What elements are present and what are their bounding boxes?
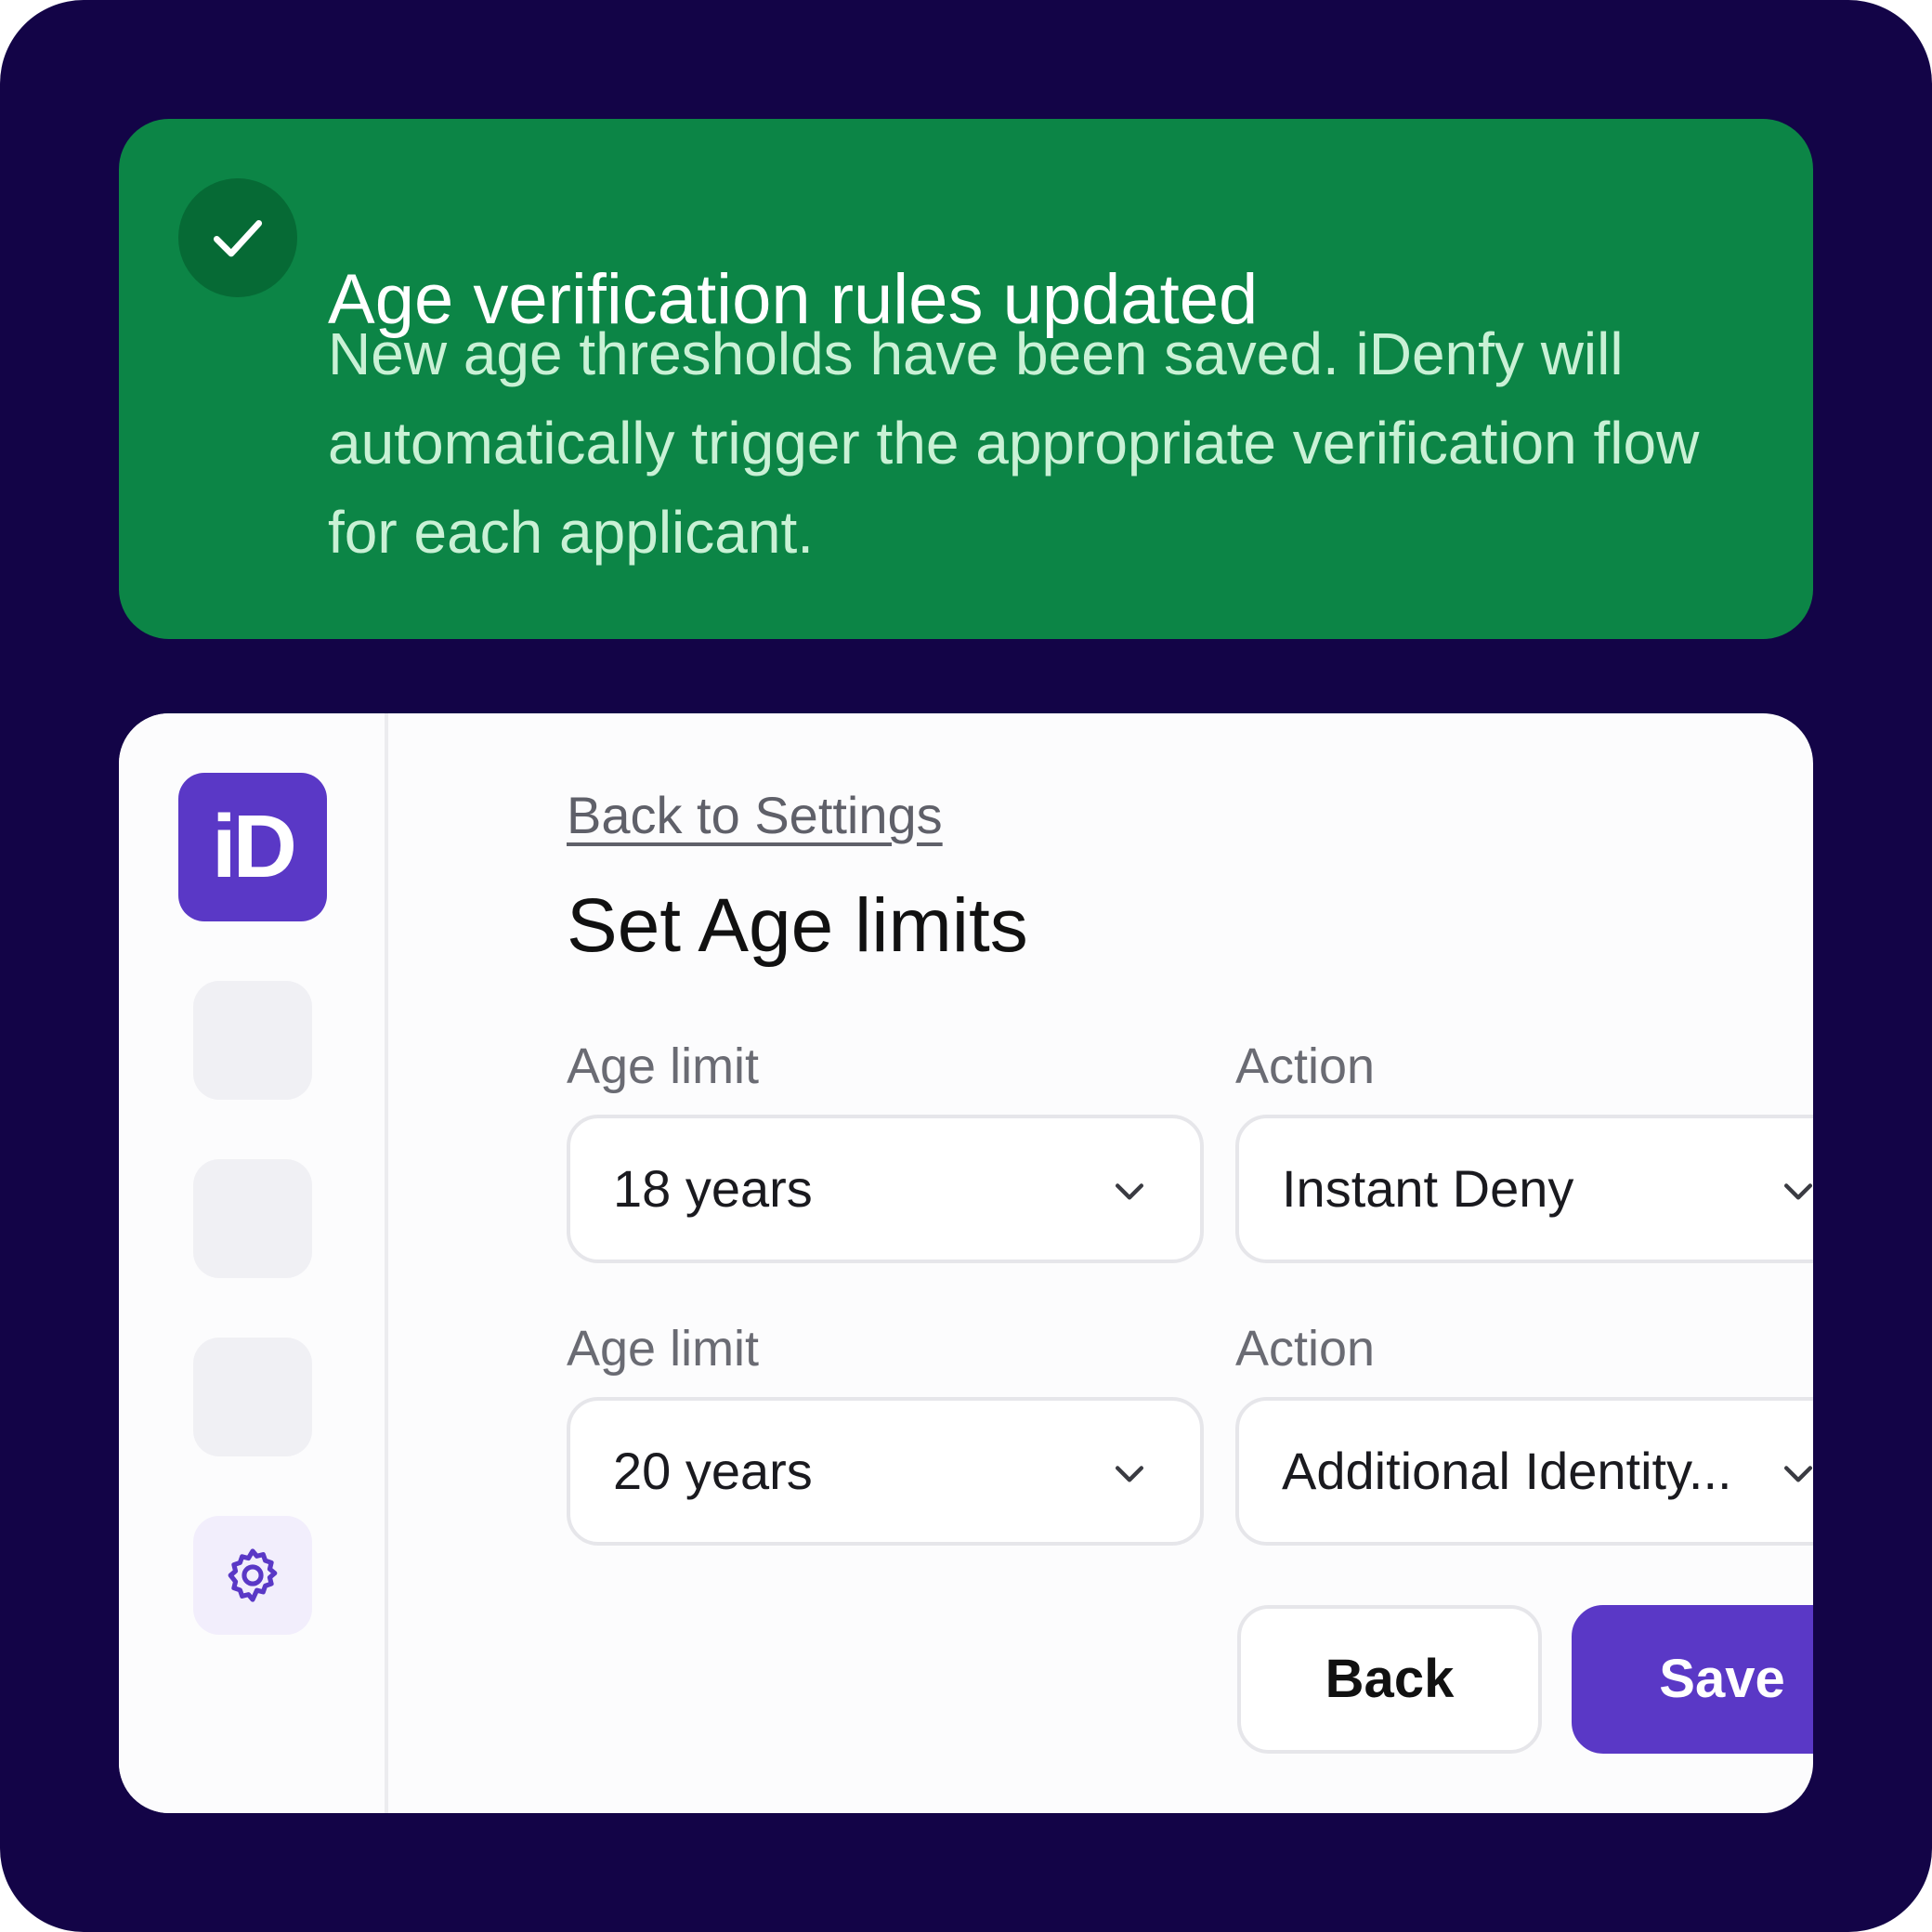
- page-title: Set Age limits: [567, 883, 1028, 968]
- age-limit-label-1: Age limit: [567, 1038, 760, 1094]
- age-limit-value-2: 20 years: [613, 1442, 813, 1500]
- action-label-1: Action: [1235, 1038, 1376, 1094]
- success-toast: Age verification rules updated New age t…: [119, 119, 1813, 639]
- sidebar-item-placeholder-2[interactable]: [193, 1159, 312, 1278]
- action-select-1[interactable]: Instant Deny: [1235, 1115, 1813, 1263]
- age-limit-select-2[interactable]: 20 years: [567, 1397, 1204, 1546]
- age-limit-select-1[interactable]: 18 years: [567, 1115, 1204, 1263]
- back-button[interactable]: Back: [1237, 1605, 1542, 1754]
- action-value-1: Instant Deny: [1282, 1159, 1574, 1218]
- age-limit-value-1: 18 years: [613, 1159, 813, 1218]
- chevron-down-icon: [1115, 1466, 1144, 1482]
- check-icon: [178, 178, 297, 297]
- sidebar-item-placeholder-3[interactable]: [193, 1338, 312, 1456]
- chevron-down-icon: [1783, 1466, 1813, 1482]
- back-to-settings-link[interactable]: Back to Settings: [567, 784, 943, 846]
- idenfy-logo[interactable]: iD: [178, 773, 327, 921]
- sidebar: iD: [119, 713, 388, 1813]
- age-limits-card: iD Back to Settings Set Age limits Age l…: [119, 713, 1813, 1813]
- toast-message: New age thresholds have been saved. iDen…: [328, 320, 1700, 566]
- main-panel: Back to Settings Set Age limits Age limi…: [388, 713, 1813, 1813]
- action-select-2[interactable]: Additional Identity...: [1235, 1397, 1813, 1546]
- chevron-down-icon: [1115, 1183, 1144, 1200]
- action-value-2: Additional Identity...: [1282, 1442, 1732, 1500]
- sidebar-item-placeholder-1[interactable]: [193, 981, 312, 1100]
- sidebar-item-settings[interactable]: [193, 1516, 312, 1635]
- app-frame: Age verification rules updated New age t…: [0, 0, 1932, 1932]
- gear-icon: [228, 1548, 278, 1602]
- action-label-2: Action: [1235, 1321, 1376, 1377]
- chevron-down-icon: [1783, 1183, 1813, 1200]
- save-button[interactable]: Save: [1572, 1605, 1813, 1754]
- age-limit-label-2: Age limit: [567, 1321, 760, 1377]
- logo-text: iD: [212, 797, 297, 896]
